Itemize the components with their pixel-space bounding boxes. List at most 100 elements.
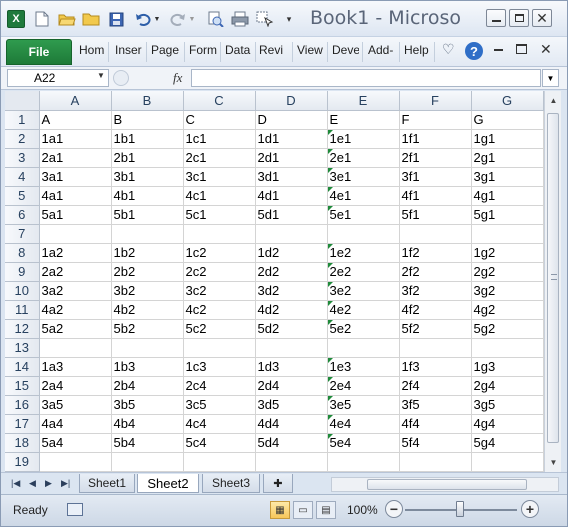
cell-c2[interactable]: 1c1 <box>183 129 256 149</box>
cell-f17[interactable]: 4f4 <box>399 414 472 434</box>
cell-g1[interactable]: G <box>471 110 544 130</box>
row-header[interactable]: 6 <box>5 205 40 225</box>
row-header[interactable]: 13 <box>5 338 40 358</box>
cell-f1[interactable]: F <box>399 110 472 130</box>
cell-b7[interactable] <box>111 224 184 244</box>
print-icon[interactable] <box>231 10 249 28</box>
cell-f6[interactable]: 5f1 <box>399 205 472 225</box>
close-button[interactable]: ✕ <box>532 9 552 27</box>
macro-record-icon[interactable] <box>67 503 83 516</box>
row-header[interactable]: 19 <box>5 452 40 472</box>
cell-f10[interactable]: 3f2 <box>399 281 472 301</box>
folder-icon[interactable] <box>82 10 100 28</box>
cell-a4[interactable]: 3a1 <box>39 167 112 187</box>
cell-a9[interactable]: 2a2 <box>39 262 112 282</box>
select-all-corner[interactable] <box>5 91 40 111</box>
help-icon[interactable]: ? <box>465 42 483 60</box>
row-header[interactable]: 2 <box>5 129 40 149</box>
cell-a11[interactable]: 4a2 <box>39 300 112 320</box>
tab-data[interactable]: Data <box>225 43 253 57</box>
cell-f7[interactable] <box>399 224 472 244</box>
cell-d16[interactable]: 3d5 <box>255 395 328 415</box>
print-preview-icon[interactable] <box>206 10 224 28</box>
row-header[interactable]: 16 <box>5 395 40 415</box>
cell-f3[interactable]: 2f1 <box>399 148 472 168</box>
save-icon[interactable] <box>107 10 125 28</box>
expand-formula-bar-icon[interactable]: ▼ <box>542 69 559 87</box>
cell-g16[interactable]: 3g5 <box>471 395 544 415</box>
column-header-e[interactable]: E <box>327 91 400 111</box>
tab-page-layout[interactable]: Page <box>151 43 181 57</box>
scroll-up-icon[interactable]: ▲ <box>546 93 561 108</box>
cell-e1[interactable]: E <box>327 110 400 130</box>
formula-input[interactable] <box>191 69 541 87</box>
row-header[interactable]: 3 <box>5 148 40 168</box>
cell-b11[interactable]: 4b2 <box>111 300 184 320</box>
cell-b17[interactable]: 4b4 <box>111 414 184 434</box>
cell-c3[interactable]: 2c1 <box>183 148 256 168</box>
cell-a16[interactable]: 3a5 <box>39 395 112 415</box>
cell-d19[interactable] <box>255 452 328 472</box>
cell-e18[interactable]: 5e4 <box>327 433 400 453</box>
cell-f8[interactable]: 1f2 <box>399 243 472 263</box>
cell-g15[interactable]: 2g4 <box>471 376 544 396</box>
cell-e11[interactable]: 4e2 <box>327 300 400 320</box>
zoom-level[interactable]: 100% <box>347 503 378 517</box>
column-header-d[interactable]: D <box>255 91 328 111</box>
tab-insert[interactable]: Inser <box>115 43 143 57</box>
cell-f13[interactable] <box>399 338 472 358</box>
cell-e12[interactable]: 5e2 <box>327 319 400 339</box>
insert-sheet-icon[interactable]: ✚ <box>263 474 293 493</box>
page-layout-view-icon[interactable]: ▭ <box>293 501 313 519</box>
cell-b15[interactable]: 2b4 <box>111 376 184 396</box>
cell-g10[interactable]: 3g2 <box>471 281 544 301</box>
row-header[interactable]: 17 <box>5 414 40 434</box>
cell-e10[interactable]: 3e2 <box>327 281 400 301</box>
tab-review[interactable]: Revi <box>259 43 287 57</box>
insert-function-button[interactable]: fx <box>173 70 182 86</box>
cell-f12[interactable]: 5f2 <box>399 319 472 339</box>
cell-c17[interactable]: 4c4 <box>183 414 256 434</box>
cell-e15[interactable]: 2e4 <box>327 376 400 396</box>
row-header[interactable]: 12 <box>5 319 40 339</box>
cell-g2[interactable]: 1g1 <box>471 129 544 149</box>
cell-a13[interactable] <box>39 338 112 358</box>
cell-g11[interactable]: 4g2 <box>471 300 544 320</box>
redo-dropdown-icon[interactable]: ▼ <box>187 10 197 28</box>
worksheet-grid[interactable]: A B C D E F G 1 A B C D E F G 2 1a1 1b1 1c1 1d1 1e1 1f… <box>5 91 544 472</box>
cell-f4[interactable]: 3f1 <box>399 167 472 187</box>
cell-d1[interactable]: D <box>255 110 328 130</box>
cell-a1[interactable]: A <box>39 110 112 130</box>
cell-e17[interactable]: 4e4 <box>327 414 400 434</box>
first-sheet-icon[interactable]: |◀ <box>11 478 20 489</box>
cell-c8[interactable]: 1c2 <box>183 243 256 263</box>
cell-d15[interactable]: 2d4 <box>255 376 328 396</box>
last-sheet-icon[interactable]: ▶| <box>61 478 70 489</box>
cell-a12[interactable]: 5a2 <box>39 319 112 339</box>
column-header-b[interactable]: B <box>111 91 184 111</box>
zoom-out-icon[interactable]: − <box>385 500 403 518</box>
tab-add-ins[interactable]: Add- <box>368 43 395 57</box>
name-box[interactable]: A22 <box>7 69 109 87</box>
cell-b18[interactable]: 5b4 <box>111 433 184 453</box>
cell-c7[interactable] <box>183 224 256 244</box>
cell-c6[interactable]: 5c1 <box>183 205 256 225</box>
cell-g6[interactable]: 5g1 <box>471 205 544 225</box>
cell-g18[interactable]: 5g4 <box>471 433 544 453</box>
cell-b14[interactable]: 1b3 <box>111 357 184 377</box>
row-header[interactable]: 14 <box>5 357 40 377</box>
customize-qat-icon[interactable]: ▾ <box>283 10 295 28</box>
cell-c13[interactable] <box>183 338 256 358</box>
cell-d7[interactable] <box>255 224 328 244</box>
undo-dropdown-icon[interactable]: ▼ <box>152 10 162 28</box>
next-sheet-icon[interactable]: ▶ <box>45 478 52 489</box>
redo-icon[interactable] <box>169 10 187 28</box>
cell-b16[interactable]: 3b5 <box>111 395 184 415</box>
cell-c18[interactable]: 5c4 <box>183 433 256 453</box>
row-header[interactable]: 15 <box>5 376 40 396</box>
cell-g12[interactable]: 5g2 <box>471 319 544 339</box>
cell-c16[interactable]: 3c5 <box>183 395 256 415</box>
row-header[interactable]: 7 <box>5 224 40 244</box>
cell-grid[interactable]: A B C D E F G 1 A B C D E F G 2 1a1 1b1 1c1 1d1 1e1 1f… <box>5 91 544 472</box>
cell-f19[interactable] <box>399 452 472 472</box>
